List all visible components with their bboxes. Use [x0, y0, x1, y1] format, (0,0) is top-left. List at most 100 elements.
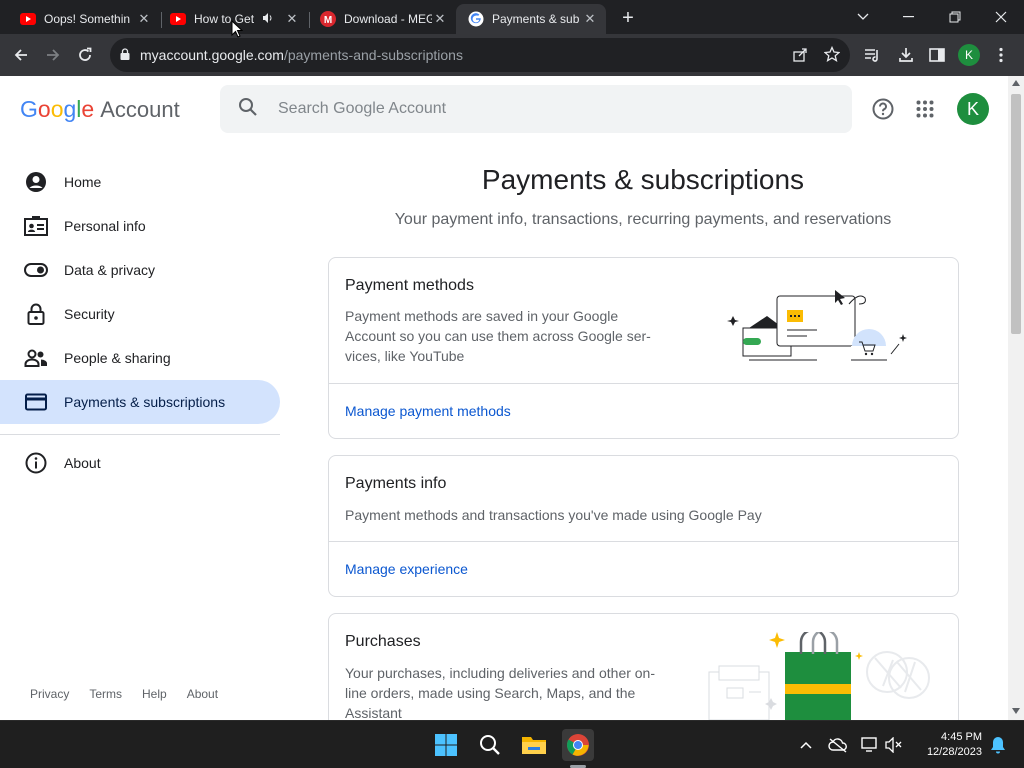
sidebar-item-payments-subscriptions[interactable]: Payments & subscriptions: [0, 380, 280, 424]
tab-title: Oops! Somethin: [44, 12, 131, 26]
sidebar-nav: Home Personal info Data & privacy Securi…: [0, 160, 280, 485]
notification-bell-icon[interactable]: [988, 735, 1008, 755]
search-icon[interactable]: [474, 729, 506, 761]
volume-muted-icon[interactable]: [884, 735, 904, 755]
mega-icon: M: [320, 11, 336, 27]
sidebar-item-people-sharing[interactable]: People & sharing: [0, 336, 280, 380]
payments-info-card: Payments info Payment methods and transa…: [328, 455, 959, 597]
restore-button[interactable]: [932, 4, 978, 30]
tab-download-mega[interactable]: M Download - MEG ✕: [308, 4, 456, 34]
toggle-icon: [24, 258, 48, 282]
sidebar-item-label: People & sharing: [64, 350, 171, 366]
side-panel-icon[interactable]: [924, 42, 950, 68]
youtube-icon: [20, 11, 36, 27]
sidebar-item-data-privacy[interactable]: Data & privacy: [0, 248, 280, 292]
chrome-icon[interactable]: [562, 729, 594, 761]
browser-toolbar: myaccount.google.com/payments-and-subscr…: [0, 34, 1024, 76]
purchases-illustration: [697, 628, 939, 720]
sidebar-item-label: Payments & subscriptions: [64, 394, 226, 410]
forward-button[interactable]: [40, 42, 66, 68]
card-description: Payment methods are saved in your Google…: [345, 308, 651, 364]
lock-icon[interactable]: [120, 47, 130, 63]
back-button[interactable]: [8, 42, 34, 68]
card-divider: [329, 383, 958, 384]
account-circle-icon: [24, 170, 48, 194]
card-title: Payment methods: [345, 277, 474, 294]
sidebar-item-label: Personal info: [64, 218, 146, 234]
sidebar-item-label: About: [64, 455, 101, 471]
search-box[interactable]: [220, 85, 852, 133]
manage-experience-link[interactable]: Manage experience: [345, 561, 468, 577]
clock-date: 12/28/2023: [926, 746, 982, 758]
footer-link-about[interactable]: About: [187, 687, 218, 701]
close-window-button[interactable]: [978, 4, 1024, 30]
avatar: K: [958, 44, 980, 66]
url-path: /payments-and-subscriptions: [283, 47, 463, 63]
sidebar-item-label: Security: [64, 306, 115, 322]
profile-button[interactable]: K: [956, 42, 982, 68]
address-bar[interactable]: myaccount.google.com/payments-and-subscr…: [110, 38, 850, 72]
manage-payment-methods-link[interactable]: Manage payment methods: [345, 403, 511, 419]
reload-button[interactable]: [72, 42, 98, 68]
sidebar-item-security[interactable]: Security: [0, 292, 280, 336]
speaker-icon[interactable]: [262, 12, 278, 27]
tab-oops-something[interactable]: Oops! Somethin ✕: [8, 4, 160, 34]
cloud-offline-icon[interactable]: [828, 735, 848, 755]
windows-start-icon[interactable]: [430, 729, 462, 761]
clock-time: 4:45 PM: [941, 731, 982, 743]
close-icon[interactable]: ✕: [432, 11, 448, 27]
sidebar-divider: [0, 434, 280, 435]
payment-methods-illustration: [727, 286, 909, 369]
media-control-icon[interactable]: [860, 42, 886, 68]
scrollbar-thumb[interactable]: [1011, 94, 1021, 334]
people-icon: [24, 346, 48, 370]
scrollbar[interactable]: [1008, 76, 1024, 720]
close-icon[interactable]: ✕: [284, 11, 300, 27]
footer-link-terms[interactable]: Terms: [89, 687, 122, 701]
footer-link-help[interactable]: Help: [142, 687, 167, 701]
close-icon[interactable]: ✕: [582, 11, 598, 27]
account-avatar[interactable]: K: [957, 93, 989, 125]
card-description: Payment methods and transactions you've …: [345, 507, 762, 523]
scroll-down-icon[interactable]: [1012, 708, 1020, 714]
file-explorer-icon[interactable]: [518, 729, 550, 761]
info-icon: [24, 451, 48, 475]
page-subtitle: Your payment info, transactions, recurri…: [394, 211, 892, 228]
sidebar-item-personal-info[interactable]: Personal info: [0, 204, 280, 248]
scroll-up-icon[interactable]: [1012, 80, 1020, 86]
svg-text:M: M: [324, 15, 332, 26]
sidebar-item-label: Data & privacy: [64, 262, 156, 278]
search-input[interactable]: [278, 100, 778, 118]
tab-title: Download - MEG: [344, 12, 432, 26]
chevron-up-icon[interactable]: [796, 735, 816, 755]
lock-icon: [24, 302, 48, 326]
payment-methods-card: Payment methods Payment methods are save…: [328, 257, 959, 439]
help-icon[interactable]: [870, 96, 896, 122]
tab-search-icon[interactable]: [840, 4, 886, 30]
tab-payments-subscriptions[interactable]: Payments & sub ✕: [456, 4, 606, 34]
system-clock[interactable]: 4:45 PM 12/28/2023: [912, 730, 982, 760]
google-account-logo[interactable]: Google Account: [20, 96, 180, 123]
tab-title: Payments & sub: [492, 12, 580, 26]
network-icon[interactable]: [860, 735, 880, 755]
close-icon[interactable]: ✕: [136, 11, 152, 27]
kebab-menu-icon[interactable]: [988, 42, 1014, 68]
new-tab-button[interactable]: +: [616, 6, 640, 30]
google-icon: [468, 11, 484, 27]
browser-tab-strip: Oops! Somethin ✕ How to Get ✕ M Download…: [0, 0, 1024, 34]
sidebar-item-about[interactable]: About: [0, 441, 280, 485]
google-wordmark: Google: [20, 96, 95, 122]
sidebar-item-home[interactable]: Home: [0, 160, 280, 204]
minimize-button[interactable]: [886, 4, 932, 30]
mouse-cursor: [231, 19, 244, 43]
purchases-card: Purchases Your purchases, including deli…: [328, 613, 959, 720]
download-icon[interactable]: [893, 42, 919, 68]
apps-grid-icon[interactable]: [912, 96, 938, 122]
share-icon[interactable]: [792, 47, 808, 66]
page-content: Google Account K Home: [0, 76, 1008, 720]
id-card-icon: [24, 214, 48, 238]
page-title: Payments & subscriptions: [481, 164, 805, 195]
bookmark-star-icon[interactable]: [823, 45, 841, 65]
footer-link-privacy[interactable]: Privacy: [30, 687, 69, 701]
search-icon[interactable]: [238, 97, 258, 122]
